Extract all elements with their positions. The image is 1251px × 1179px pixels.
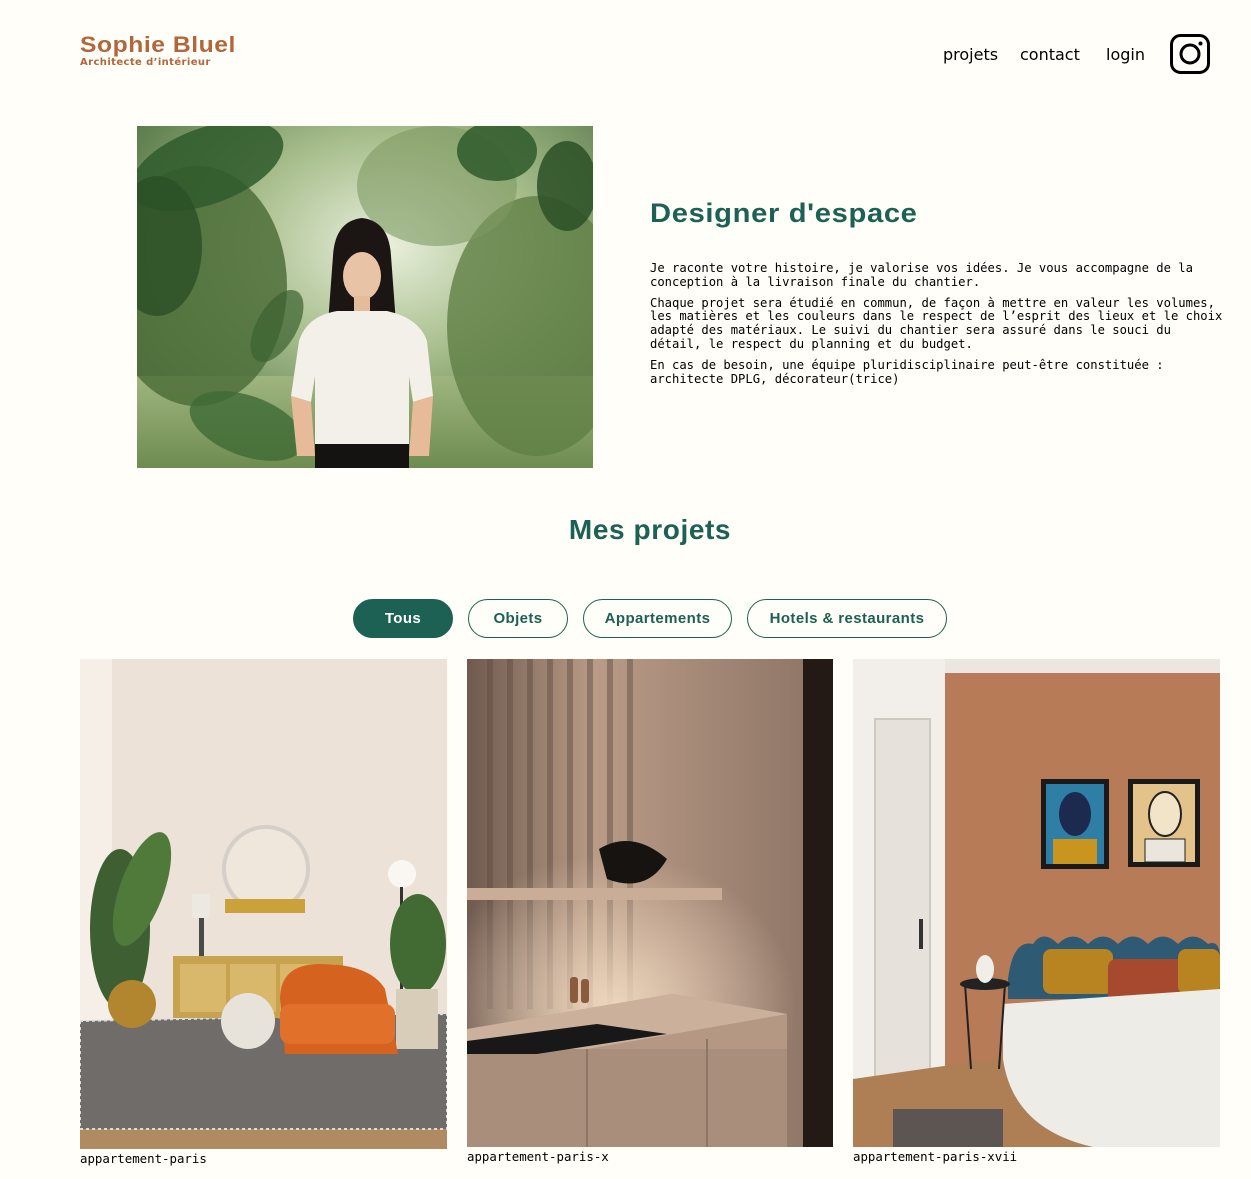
instagram-icon[interactable] <box>1170 34 1210 74</box>
project-card[interactable]: appartement-paris-xvii <box>853 659 1220 1164</box>
project-caption: appartement-paris-x <box>467 1149 609 1164</box>
project-caption: appartement-paris-xvii <box>853 1149 1018 1164</box>
projects-title: Mes projets <box>568 514 732 545</box>
intro-text: Je raconte votre histoire, je valorise v… <box>650 261 1225 393</box>
nav-contact[interactable]: contact <box>1020 44 1080 66</box>
intro-paragraph: Chaque projet sera étudié en commun, de … <box>650 295 1223 351</box>
project-card[interactable]: appartement-paris <box>80 659 447 1166</box>
filter-hotels-restaurants[interactable]: Hotels & restaurants <box>747 599 947 638</box>
project-card[interactable]: appartement-paris-x <box>467 659 833 1164</box>
project-image <box>467 659 833 1147</box>
filter-tous[interactable]: Tous <box>353 599 453 638</box>
project-image <box>853 659 1220 1147</box>
nav-login[interactable]: login <box>1106 44 1145 66</box>
project-image <box>80 659 447 1149</box>
intro-title: Designer d'espace <box>650 198 918 228</box>
project-caption: appartement-paris <box>80 1151 207 1166</box>
logo[interactable]: Sophie Bluel Architecte d’intérieur <box>80 33 235 69</box>
intro-paragraph: En cas de besoin, une équipe pluridiscip… <box>650 357 1164 386</box>
intro-paragraph: Je raconte votre histoire, je valorise v… <box>650 261 1193 289</box>
nav-projets[interactable]: projets <box>943 44 998 66</box>
filter-objets[interactable]: Objets <box>468 599 568 638</box>
filter-appartements[interactable]: Appartements <box>583 599 732 638</box>
logo-title: Sophie Bluel <box>80 32 236 57</box>
portrait-photo <box>137 126 593 468</box>
logo-subtitle: Architecte d’intérieur <box>80 57 211 68</box>
